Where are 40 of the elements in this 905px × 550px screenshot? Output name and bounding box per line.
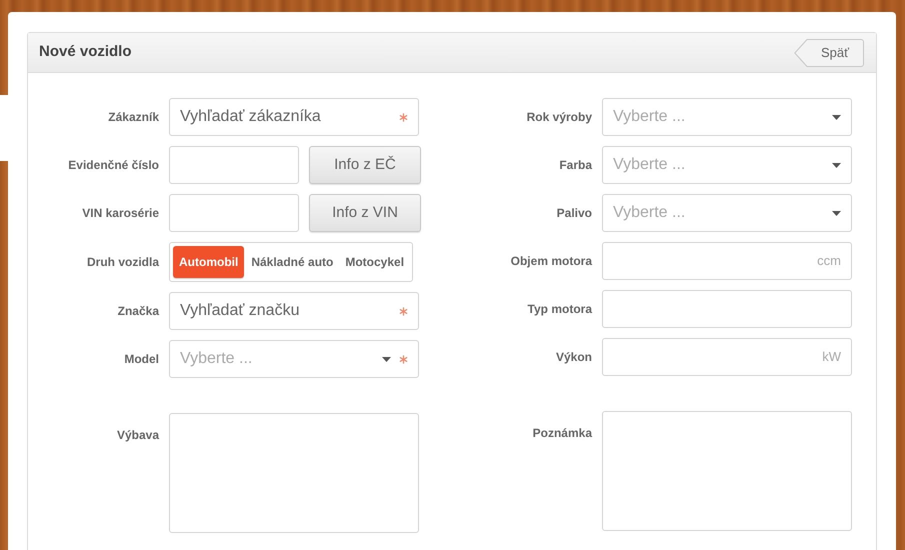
text-field[interactable] xyxy=(602,290,852,328)
caret-icon xyxy=(832,114,841,120)
unit-label: ccm xyxy=(817,252,841,270)
back-button[interactable]: Späť xyxy=(794,38,864,66)
select-placeholder: Vyberte ... xyxy=(613,203,686,223)
search-placeholder: Vyhľadať značku xyxy=(180,301,300,321)
search-placeholder: Vyhľadať zákazníka xyxy=(180,107,322,127)
text-area[interactable] xyxy=(169,413,419,533)
info-button[interactable]: Info z EČ xyxy=(309,146,421,184)
search-field[interactable]: Vyhľadať zákazníka xyxy=(169,98,419,136)
caret-icon xyxy=(832,162,841,168)
field-label: Typ motora xyxy=(526,301,592,318)
field-label: Poznámka xyxy=(532,425,592,442)
field-label: VIN karosérie xyxy=(81,205,159,222)
field-label: Farba xyxy=(558,157,592,174)
field-label: Model xyxy=(123,351,159,368)
search-field[interactable]: Vyhľadať značku xyxy=(169,292,419,330)
toggle-option[interactable]: Nákladné auto xyxy=(246,246,338,278)
field-label: Druh vozidla xyxy=(86,254,159,271)
field-label: Zákazník xyxy=(107,109,159,126)
field-label: Výbava xyxy=(116,427,159,444)
field-label: Objem motora xyxy=(510,253,592,270)
field-label: Výkon xyxy=(554,349,592,366)
field-label: Palivo xyxy=(556,205,592,222)
caret-icon xyxy=(832,210,841,216)
toggle-option[interactable]: Motocykel xyxy=(340,246,410,278)
info-button[interactable]: Info z VIN xyxy=(309,194,421,232)
unit-label: kW xyxy=(822,348,841,366)
caret-icon xyxy=(382,356,391,362)
select-placeholder: Vyberte ... xyxy=(613,155,686,175)
panel-title: Nové vozidlo xyxy=(39,42,132,62)
field-label: Evidenčné číslo xyxy=(67,157,159,174)
text-field[interactable] xyxy=(169,146,299,184)
toggle-option[interactable]: Automobil xyxy=(173,246,244,278)
text-area[interactable] xyxy=(602,411,852,531)
select-placeholder: Vyberte ... xyxy=(613,107,686,127)
select-placeholder: Vyberte ... xyxy=(180,349,254,369)
field-label: Značka xyxy=(116,303,159,320)
field-label: Rok výroby xyxy=(526,109,592,126)
text-field[interactable] xyxy=(169,194,299,232)
